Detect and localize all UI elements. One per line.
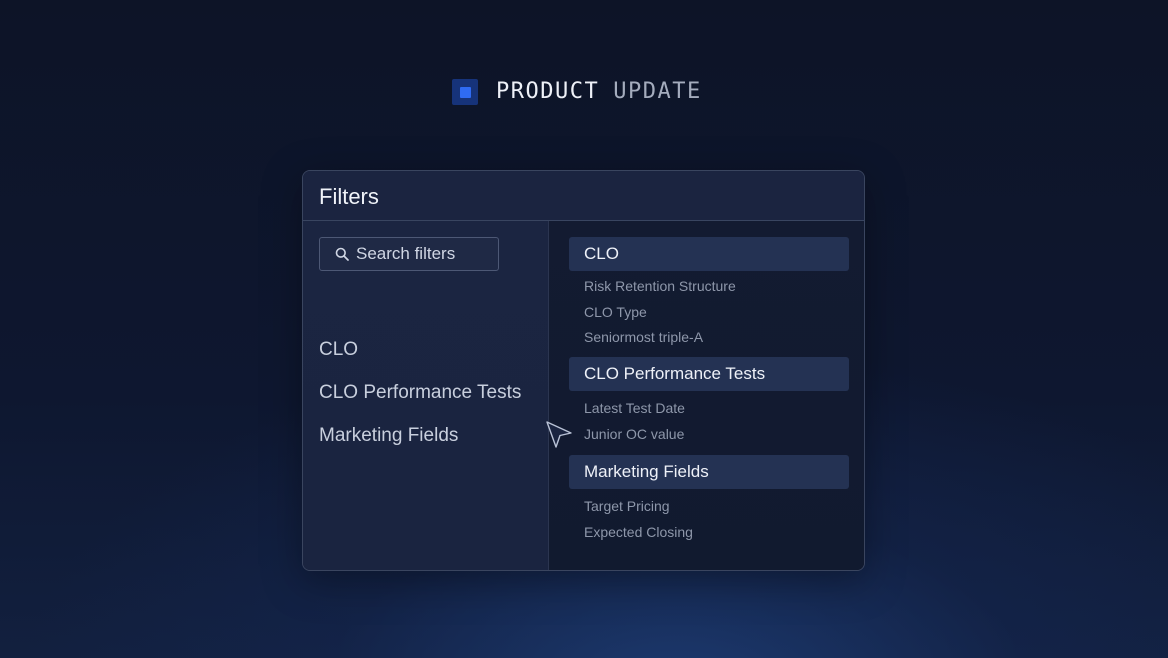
- search-input[interactable]: Search filters: [319, 237, 499, 271]
- group-title: CLO: [584, 244, 619, 263]
- category-clo-performance-tests[interactable]: CLO Performance Tests: [319, 382, 521, 404]
- product-update-badge: PRODUCT UPDATE: [452, 79, 702, 105]
- filters-panel: Filters Search filters CLO CLO Performan…: [302, 170, 865, 571]
- field-clo-type[interactable]: CLO Type: [584, 304, 647, 320]
- field-risk-retention-structure[interactable]: Risk Retention Structure: [584, 278, 736, 294]
- title-word-update: UPDATE: [613, 79, 702, 104]
- group-title: CLO Performance Tests: [584, 364, 766, 383]
- field-latest-test-date[interactable]: Latest Test Date: [584, 400, 685, 416]
- filters-title: Filters: [319, 184, 379, 209]
- group-title: Marketing Fields: [584, 462, 709, 481]
- square-logo-icon: [452, 79, 478, 105]
- filter-fields-column: CLO Risk Retention Structure CLO Type Se…: [549, 221, 864, 570]
- group-header-clo[interactable]: CLO: [569, 237, 849, 271]
- group-header-clo-performance-tests[interactable]: CLO Performance Tests: [569, 357, 849, 391]
- filter-categories-column: Search filters CLO CLO Performance Tests…: [303, 221, 549, 570]
- title-word-product: PRODUCT: [496, 79, 600, 104]
- search-placeholder: Search filters: [356, 244, 456, 263]
- field-junior-oc-value[interactable]: Junior OC value: [584, 426, 684, 442]
- product-update-title: PRODUCT UPDATE: [496, 79, 702, 105]
- field-expected-closing[interactable]: Expected Closing: [584, 524, 693, 540]
- group-header-marketing-fields[interactable]: Marketing Fields: [569, 455, 849, 489]
- field-target-pricing[interactable]: Target Pricing: [584, 498, 670, 514]
- category-marketing-fields[interactable]: Marketing Fields: [319, 425, 458, 447]
- category-clo[interactable]: CLO: [319, 339, 358, 361]
- search-icon: [335, 247, 349, 261]
- field-seniormost-triple-a[interactable]: Seniormost triple-A: [584, 329, 703, 345]
- filters-panel-header: Filters: [303, 171, 864, 221]
- mouse-pointer-icon: [545, 420, 573, 450]
